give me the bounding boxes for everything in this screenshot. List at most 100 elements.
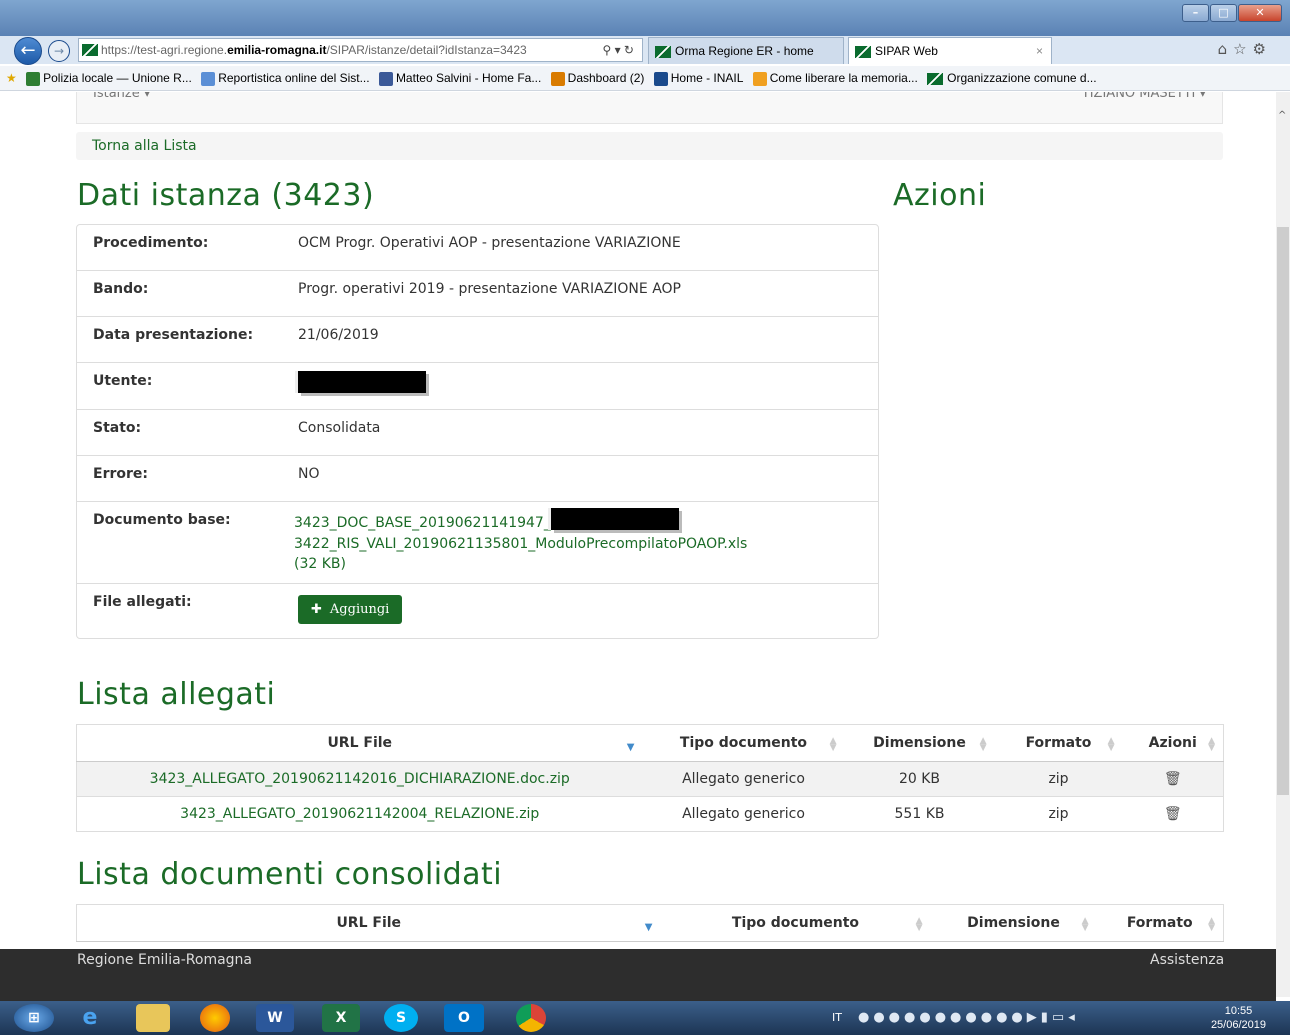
clock[interactable]: 10:55 25/06/2019 — [1211, 1004, 1266, 1032]
document-size: (32 KB) — [294, 556, 346, 572]
favorite-item[interactable]: Polizia locale — Unione R... — [26, 66, 192, 90]
fav-icon — [752, 71, 767, 86]
delete-icon[interactable]: 🗑 — [1122, 761, 1224, 797]
fav-icon — [201, 71, 216, 86]
file-explorer-icon[interactable] — [136, 1004, 170, 1032]
detail-value: Consolidata — [298, 420, 381, 436]
detail-label: Utente: — [93, 373, 153, 389]
user-menu[interactable]: TIZIANO MASETTI ▾ — [1082, 92, 1206, 101]
assistance-link[interactable]: Assistenza — [1150, 952, 1224, 968]
detail-label: Procedimento: — [93, 235, 209, 251]
detail-row: Utente: — [77, 363, 878, 410]
col-dimensione[interactable]: Dimensione ▲ ▼ — [930, 904, 1097, 942]
document-link-line2[interactable]: 3422_RIS_VALI_20190621135801_ModuloPreco… — [294, 536, 747, 552]
internet-explorer-icon[interactable]: e — [70, 1004, 110, 1032]
tab-close-icon[interactable]: × — [1036, 38, 1043, 64]
favorite-item[interactable]: Reportistica online del Sist... — [201, 66, 370, 90]
table-row: 3423_ALLEGATO_20190621142016_DICHIARAZIO… — [76, 761, 1224, 797]
url-domain: emilia-romagna.it — [227, 43, 327, 57]
detail-value — [282, 363, 878, 409]
tab-orma[interactable]: Orma Regione ER - home — [648, 37, 844, 64]
col-formato[interactable]: Formato ▲ ▼ — [994, 724, 1123, 762]
sort-icon: ▲ ▼ — [1208, 736, 1215, 753]
redacted-block — [298, 371, 426, 393]
detail-panel: Procedimento: OCM Progr. Operativi AOP - … — [76, 224, 879, 639]
close-window-button[interactable]: ✕ — [1238, 4, 1282, 22]
sort-icon: ▲ ▼ — [915, 916, 923, 933]
add-button-label: Aggiungi — [329, 602, 390, 617]
language-indicator[interactable]: IT — [832, 1011, 842, 1024]
search-refresh-icons[interactable]: ⚲ ▾ ↻ — [602, 39, 634, 61]
favorite-item[interactable]: Home - INAIL — [653, 66, 743, 90]
clock-date: 25/06/2019 — [1210, 1019, 1266, 1031]
favorite-item[interactable]: Organizzazione comune d... — [927, 66, 1097, 90]
detail-label: Errore: — [93, 466, 148, 482]
document-link[interactable]: 3423_DOC_BASE_20190621141947_ — [294, 515, 551, 531]
page-footer: Regione Emilia-Romagna Assistenza — [0, 949, 1276, 1001]
col-formato[interactable]: Formato ▲ ▼ — [1096, 904, 1224, 942]
skype-icon[interactable]: S — [384, 1004, 418, 1032]
menu-istanze[interactable]: Istanze ▾ — [93, 92, 150, 101]
sort-icon: ▲ ▼ — [1081, 916, 1089, 933]
firefox-icon[interactable] — [200, 1004, 230, 1032]
actions-title: Azioni — [893, 178, 987, 213]
fav-icon — [653, 71, 668, 86]
window-controls: – □ ✕ — [1182, 4, 1282, 22]
detail-value: ✚ Aggiungi — [282, 584, 878, 638]
cell-formato: zip — [994, 761, 1123, 797]
redacted-block — [550, 508, 679, 530]
file-link[interactable]: 3423_ALLEGATO_20190621142004_RELAZIONE.z… — [76, 796, 643, 832]
col-tipo-documento[interactable]: Tipo documento ▲ ▼ — [642, 724, 845, 762]
cell-formato: zip — [994, 796, 1123, 832]
tab-favicon-icon — [855, 45, 871, 58]
detail-row-files: File allegati: ✚ Aggiungi — [77, 584, 878, 638]
sort-icon: ▲ ▼ — [1208, 916, 1215, 933]
favorite-item[interactable]: Come liberare la memoria... — [752, 66, 918, 90]
start-button[interactable]: ⊞ — [14, 1004, 54, 1032]
detail-row: Stato: Consolidata — [77, 410, 878, 456]
back-icon[interactable]: ← — [14, 37, 42, 65]
windows-taskbar: ⊞ e W X S O IT ●●●●●●●●●●●▶▮▭◂ 10:55 25/… — [0, 1001, 1290, 1035]
col-azioni[interactable]: Azioni ▲ ▼ — [1122, 724, 1224, 762]
table-header-row: URL File ▼ Tipo documento ▲ ▼ Dimensione ▲ ▼ … — [76, 724, 1224, 762]
detail-label: Stato: — [93, 420, 142, 436]
address-bar[interactable]: https://test-agri.regione.emilia-romagna… — [78, 38, 643, 62]
word-icon[interactable]: W — [256, 1004, 294, 1032]
back-to-list-link[interactable]: Torna alla Lista — [76, 132, 1223, 160]
page-content: Istanze ▾ TIZIANO MASETTI ▾ Torna alla L… — [0, 92, 1276, 949]
sort-icon: ▲ ▼ — [979, 736, 987, 753]
detail-label: File allegati: — [93, 594, 192, 610]
col-tipo-documento[interactable]: Tipo documento ▲ ▼ — [660, 904, 931, 942]
favorite-item[interactable]: Dashboard (2) — [550, 66, 644, 90]
col-url-file[interactable]: URL File ▼ — [76, 724, 643, 762]
sort-icon: ▲ ▼ — [829, 736, 837, 753]
maximize-button[interactable]: □ — [1210, 4, 1237, 22]
scrollbar-thumb[interactable] — [1277, 227, 1289, 795]
detail-title: Dati istanza (3423) — [77, 178, 375, 213]
chrome-icon[interactable] — [516, 1004, 546, 1032]
detail-label: Data presentazione: — [93, 327, 254, 343]
home-star-gear-icons[interactable]: ⌂☆⚙ — [1218, 40, 1272, 58]
sort-desc-icon: ▼ — [644, 922, 653, 933]
outlook-icon[interactable]: O — [444, 1004, 484, 1032]
favorite-item[interactable]: Matteo Salvini - Home Fa... — [378, 66, 541, 90]
add-attachment-button[interactable]: ✚ Aggiungi — [298, 595, 403, 624]
tab-sipar[interactable]: SIPAR Web × — [848, 37, 1052, 64]
file-link[interactable]: 3423_ALLEGATO_20190621142016_DICHIARAZIO… — [76, 761, 643, 797]
cell-dim: 551 KB — [844, 796, 995, 832]
system-tray-icons[interactable]: ●●●●●●●●●●●▶▮▭◂ — [858, 1010, 1079, 1025]
favorites-star-icon[interactable]: ★ — [6, 66, 17, 90]
tab-favicon-icon — [655, 45, 671, 58]
detail-value: 21/06/2019 — [298, 327, 379, 343]
delete-icon[interactable]: 🗑 — [1122, 796, 1224, 832]
minimize-button[interactable]: – — [1182, 4, 1209, 22]
col-dimensione[interactable]: Dimensione ▲ ▼ — [844, 724, 995, 762]
footer-brand: Regione Emilia-Romagna — [77, 952, 252, 968]
scroll-up-icon[interactable]: ^ — [1278, 110, 1286, 121]
col-url-file[interactable]: URL File ▼ — [76, 904, 661, 942]
excel-icon[interactable]: X — [322, 1004, 360, 1032]
forward-icon[interactable]: → — [48, 40, 70, 62]
clock-time: 10:55 — [1224, 1005, 1253, 1017]
table-row: 3423_ALLEGATO_20190621142004_RELAZIONE.z… — [76, 796, 1224, 832]
vertical-scrollbar[interactable]: ^ — [1276, 92, 1290, 997]
